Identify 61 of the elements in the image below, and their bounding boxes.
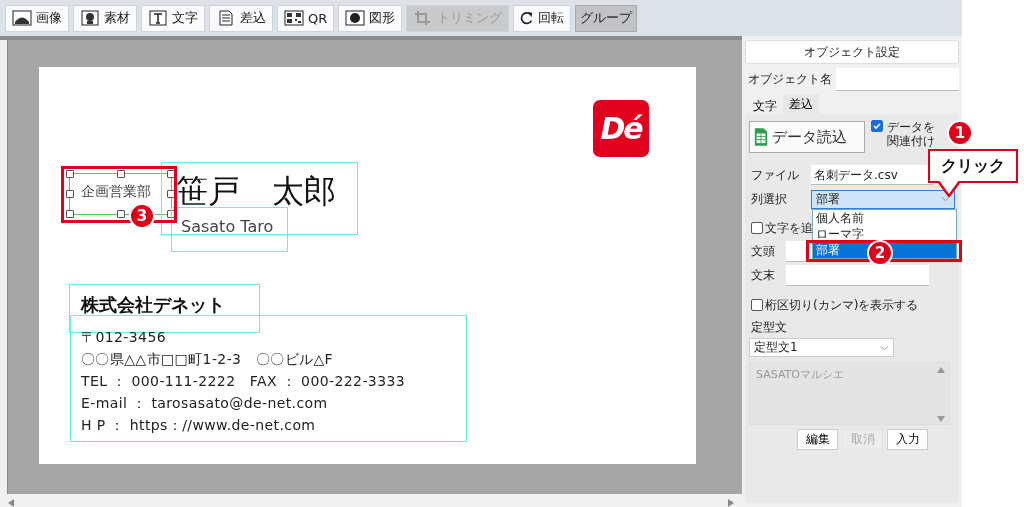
address-line: TEL ： 000-111-2222 FAX ： 000-222-3333 (81, 372, 406, 391)
panel-title: オブジェクト設定 (745, 40, 959, 64)
chevron-icon (880, 344, 889, 351)
department-text: 企画営業部 (81, 183, 151, 201)
object-name-field[interactable] (836, 67, 959, 91)
field-label: ファイル (750, 166, 800, 184)
checkbox[interactable] (751, 222, 763, 234)
checkbox-label: データを関連付け (887, 120, 935, 148)
circle-frame-icon (345, 10, 366, 26)
scroll-left-icon[interactable] (8, 498, 14, 507)
document-icon (216, 10, 236, 26)
template-select[interactable]: 定型文1 (749, 338, 894, 357)
toolbar-button[interactable]: 図形 (338, 4, 403, 32)
chevron-icon (941, 196, 950, 202)
checkbox-label: 桁区切り(カンマ)を表示する (765, 296, 919, 314)
address-line: 〇〇県△△市□□町1-2-3 〇〇ビル△F (81, 350, 335, 369)
toolbar-button[interactable]: 差込 (209, 4, 273, 32)
dropdown-option[interactable]: ローマ字 (813, 226, 956, 242)
toolbar-button[interactable]: QR (277, 4, 335, 32)
panel-button[interactable]: 入力 (887, 429, 928, 450)
horizontal-scrollbar[interactable] (0, 494, 742, 507)
tab[interactable]: 文字 (747, 96, 783, 114)
column-select[interactable]: 部署 (810, 189, 955, 209)
spreadsheet-icon (754, 127, 768, 147)
checkbox[interactable] (871, 120, 883, 132)
field-label: 列選択 (750, 190, 788, 208)
address-line: E-mail ： tarosasato@de-net.com (81, 394, 329, 413)
step-badge: 1 (947, 120, 973, 146)
step-badge: 3 (129, 203, 155, 229)
romaji-name: Sasato Taro (181, 217, 274, 236)
section-label: 定型文 (750, 319, 788, 335)
scroll-down-icon[interactable] (937, 416, 945, 422)
tab[interactable]: 差込 (783, 94, 819, 114)
person-name: 笹戸 太郎 (176, 171, 336, 212)
toolbar-button[interactable]: 文字 (141, 4, 205, 32)
qr-code-icon (284, 10, 304, 26)
panel-button[interactable]: 編集 (797, 429, 838, 450)
field-label: 文頭 (750, 242, 776, 260)
checkbox[interactable] (751, 299, 763, 311)
picture-frame-icon (12, 10, 32, 26)
dropdown-option[interactable]: 個人名前 (813, 210, 956, 226)
toolbar-button[interactable]: 素材 (73, 4, 137, 32)
logo: Dé (593, 100, 649, 157)
text-frame-icon (148, 10, 168, 26)
rotate-icon (520, 10, 535, 26)
address-line: H P ： https：//www.de-net.com (81, 416, 317, 435)
field-label: 文末 (750, 266, 776, 284)
callout-text: クリック (941, 155, 1005, 177)
toolbar-button[interactable]: グループ (575, 4, 638, 32)
toolbar-button[interactable]: 回転 (513, 4, 572, 32)
load-data-button[interactable]: データ読込 (749, 121, 865, 153)
checkbox-label: 文字を追 (765, 219, 813, 237)
toolbar-button[interactable]: 画像 (5, 4, 69, 32)
company-name: 株式会社デネット (81, 293, 225, 317)
file-field[interactable]: 名刺データ.csv (811, 165, 933, 185)
suffix-field[interactable] (786, 264, 929, 286)
address-line: 〒012-3456 (81, 328, 167, 347)
scroll-right-icon[interactable] (728, 498, 734, 507)
template-text: SASATOマルシエ (756, 367, 844, 383)
scroll-up-icon[interactable] (937, 367, 945, 373)
field-label: オブジェクト名 (748, 70, 832, 88)
